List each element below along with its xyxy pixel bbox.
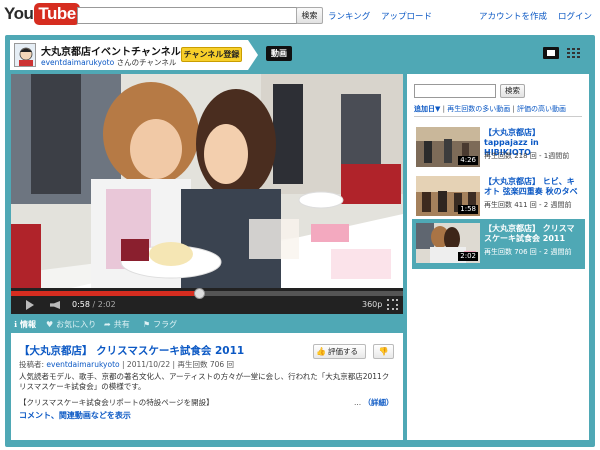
sidebar-video-views: 再生回数 706 回 (484, 248, 537, 256)
sidebar-video-meta: 再生回数 218 回 - 1週間前 (484, 152, 570, 160)
upload-date: 2011/10/22 (126, 360, 171, 369)
sidebar-video-age: 2 週間前 (543, 248, 572, 256)
share-icon: ➦ (104, 320, 111, 329)
sort-added-date[interactable]: 追加日 (414, 105, 435, 113)
sidebar-video-title[interactable]: 【大丸京都店】 ヒビ、キオト 弦楽四重奏 秋のタベ (484, 177, 582, 197)
fullscreen-icon[interactable] (387, 299, 398, 310)
sidebar-video-item[interactable]: 1:58 【大丸京都店】 ヒビ、キオト 弦楽四重奏 秋のタベ 再生回数 411 … (412, 172, 585, 222)
sort-most-viewed[interactable]: 再生回数の多い動画 (447, 105, 510, 113)
thumbnail-duration: 2:02 (458, 252, 478, 261)
tab-videos[interactable]: 動画 (266, 46, 292, 61)
time-display: 0:58 / 2:02 (72, 300, 116, 309)
grid-view-icon[interactable] (567, 48, 580, 58)
channel-title[interactable]: 大丸京都店イベントチャンネル (41, 43, 181, 58)
more-link[interactable]: （詳細） (364, 398, 394, 407)
sidebar-video-item-current[interactable]: 2:02 【大丸京都店】 クリスマスケーキ試食会 2011 再生回数 706 回… (412, 219, 585, 269)
video-title: 【大丸京都店】 クリスマスケーキ試食会 2011 (19, 345, 245, 357)
time-separator: / (89, 300, 98, 309)
progress-bar-fill (11, 291, 200, 296)
create-account-link[interactable]: アカウントを作成 (479, 10, 547, 22)
play-icon[interactable] (26, 300, 34, 310)
thumbnail-duration: 1:58 (458, 205, 478, 214)
video-meta: 投稿者: eventdaimarukyoto | 2011/10/22 | 再生… (19, 359, 234, 370)
thumbnail-duration: 4:26 (458, 156, 478, 165)
flag-icon: ⚑ (143, 320, 151, 329)
sidebar-video-title[interactable]: 【大丸京都店】 クリスマスケーキ試食会 2011 (484, 224, 582, 244)
video-description: 人気読者モデル、歌手、京都の著名文化人、アーティストの方々が一堂に会し、行われた… (19, 372, 390, 391)
dislike-button[interactable]: 👎 (373, 344, 394, 359)
sidebar-video-views: 再生回数 411 回 (484, 201, 537, 209)
heart-icon: ♥ (46, 320, 54, 329)
video-player[interactable] (11, 74, 403, 288)
upload-link[interactable]: アップロード (381, 10, 432, 22)
duration: 2:02 (97, 300, 116, 309)
sidebar-video-meta: 再生回数 706 回 - 2 週間前 (484, 248, 572, 256)
favorite-label: お気に入り (56, 320, 97, 329)
share-label: 共有 (113, 320, 130, 329)
tab-info-label: 情報 (20, 320, 37, 329)
search-input[interactable] (77, 7, 297, 24)
flag-button[interactable]: ⚑ フラグ (143, 319, 177, 330)
channel-user-link[interactable]: eventdaimarukyoto (41, 58, 114, 67)
channel-avatar[interactable] (14, 43, 36, 67)
sidebar-video-views: 再生回数 218 回 (484, 152, 537, 160)
search-button[interactable]: 検索 (296, 7, 323, 24)
video-thumbnail[interactable]: 2:02 (416, 223, 480, 263)
subscribe-button[interactable]: チャンネル登録 (181, 47, 242, 62)
login-link[interactable]: ログイン (558, 10, 592, 22)
channel-search-input[interactable] (414, 84, 496, 98)
ranking-link[interactable]: ランキング (328, 10, 370, 22)
sort-options: 追加日▼ | 再生回数の多い動画 | 評価の高い動画 (414, 105, 567, 113)
channel-header-arrow (248, 40, 258, 70)
sidebar-video-age: 2 週間前 (543, 201, 572, 209)
favorite-button[interactable]: ♥ お気に入り (46, 319, 96, 330)
tab-info[interactable]: ℹ 情報 (14, 319, 36, 330)
more-info: ... （詳細） (354, 397, 394, 408)
show-comments-link[interactable]: コメント、関連動画などを表示 (19, 410, 131, 421)
logo-tube-text: Tube (34, 3, 80, 25)
video-thumbnail[interactable]: 4:26 (416, 127, 480, 167)
video-thumbnail[interactable]: 1:58 (416, 176, 480, 216)
view-count: 再生回数 706 回 (177, 360, 235, 369)
uploader-label: 投稿者: (19, 360, 45, 369)
sort-dropdown-icon[interactable]: ▼ (435, 105, 440, 113)
video-frame-image (11, 74, 403, 288)
sidebar-video-age: 1週間前 (543, 152, 570, 160)
top-bar: You Tube 検索 ランキング アップロード アカウントを作成 ログイン (0, 0, 600, 30)
like-button[interactable]: 評価する (313, 344, 366, 359)
video-description-line2: 【クリスマスケーキ試食会リポートの特設ページを開設】 (19, 398, 214, 407)
youtube-logo[interactable]: You Tube (4, 3, 80, 25)
info-icon: ℹ (14, 320, 18, 329)
quality-button[interactable]: 360p (362, 300, 382, 309)
logo-you-text: You (4, 4, 34, 23)
current-time: 0:58 (72, 300, 90, 309)
sidebar-video-meta: 再生回数 411 回 - 2 週間前 (484, 201, 572, 209)
sidebar-video-item[interactable]: 4:26 【大丸京都店】 tappajazz in HIBIKIOTO 再生回数… (412, 123, 585, 173)
player-view-icon[interactable] (543, 47, 559, 59)
flag-label: フラグ (153, 320, 178, 329)
sort-top-rated[interactable]: 評価の高い動画 (517, 105, 566, 113)
uploader-link[interactable]: eventdaimarukyoto (46, 360, 119, 369)
more-ellipsis: ... (354, 398, 362, 407)
sidebar-divider (414, 116, 582, 117)
channel-subtitle: eventdaimarukyoto さんのチャンネル (41, 57, 176, 68)
channel-user-suffix: さんのチャンネル (116, 58, 177, 67)
share-button[interactable]: ➦ 共有 (104, 319, 130, 330)
channel-search-button[interactable]: 検索 (500, 84, 525, 98)
